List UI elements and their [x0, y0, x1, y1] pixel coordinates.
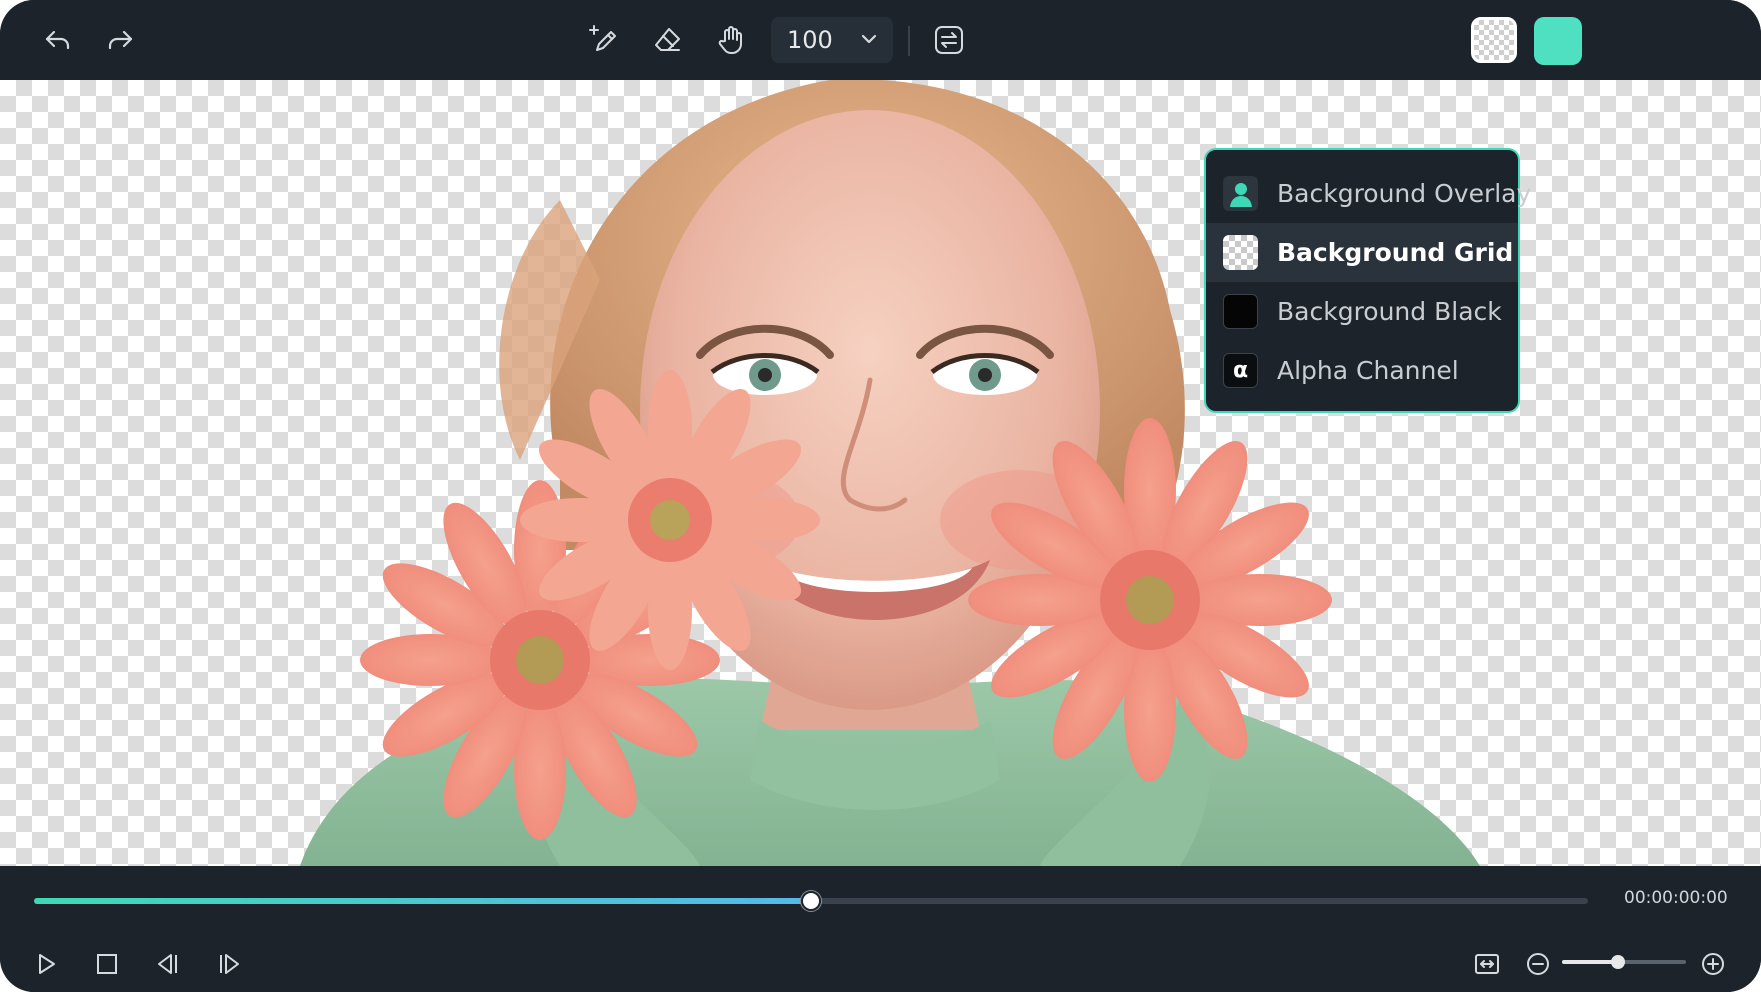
redo-icon [108, 30, 133, 50]
menu-item-label: Background Overlay [1277, 179, 1532, 208]
smart-brush-button[interactable] [582, 18, 626, 62]
timeline-progress [34, 898, 811, 904]
play-icon [39, 954, 55, 974]
fit-to-screen-button[interactable] [1471, 948, 1503, 980]
preview-canvas[interactable]: Background Overlay Background Grid Backg… [0, 80, 1761, 866]
menu-item-label: Background Grid [1277, 238, 1514, 267]
zoom-dropdown[interactable]: 100 [771, 17, 893, 63]
zoom-out-icon [1527, 953, 1549, 975]
stop-button[interactable] [91, 948, 123, 980]
eraser-button[interactable] [645, 18, 689, 62]
background-color-button[interactable] [1534, 17, 1582, 65]
alpha-icon: α [1223, 353, 1258, 388]
magic-pen-icon [589, 25, 616, 51]
stop-icon [97, 954, 117, 974]
background-remover-window: 100 Background Overlay Background Grid B… [0, 0, 1761, 992]
zoom-in-button[interactable] [1697, 948, 1729, 980]
fit-screen-icon [1475, 954, 1499, 974]
menu-item-alpha-channel[interactable]: α Alpha Channel [1206, 341, 1518, 400]
person-overlay-icon [1223, 176, 1258, 211]
menu-item-background-black[interactable]: Background Black [1206, 282, 1518, 341]
zoom-out-button[interactable] [1522, 948, 1554, 980]
redo-button[interactable] [98, 18, 142, 62]
timeline-playhead[interactable] [801, 891, 821, 911]
playback-bar: 00:00:00:00 [0, 866, 1761, 992]
zoom-slider[interactable] [1562, 955, 1686, 969]
chevron-down-icon [861, 34, 877, 44]
background-menu: Background Overlay Background Grid Backg… [1204, 148, 1531, 413]
zoom-slider-knob[interactable] [1610, 955, 1625, 969]
swap-icon [935, 26, 963, 54]
previous-frame-icon [158, 954, 177, 974]
toolbar-divider [908, 26, 910, 56]
menu-item-background-overlay[interactable]: Background Overlay [1206, 164, 1531, 223]
menu-item-background-grid[interactable]: Background Grid [1206, 223, 1518, 282]
next-frame-icon [220, 954, 239, 974]
zoom-value: 100 [787, 26, 833, 54]
swap-button[interactable] [927, 18, 971, 62]
zoom-in-icon [1702, 953, 1724, 975]
hand-icon [718, 26, 742, 54]
checker-grid-icon [1223, 235, 1258, 270]
previous-frame-button[interactable] [151, 948, 183, 980]
black-swatch-icon [1223, 294, 1258, 329]
hand-tool-button[interactable] [709, 18, 753, 62]
undo-button[interactable] [36, 18, 80, 62]
play-button[interactable] [30, 948, 62, 980]
timeline-track[interactable] [34, 891, 1588, 911]
undo-icon [45, 30, 70, 50]
timecode: 00:00:00:00 [1624, 888, 1728, 908]
top-toolbar: 100 [0, 0, 1761, 80]
eraser-icon [655, 28, 680, 51]
menu-item-label: Alpha Channel [1277, 356, 1459, 385]
next-frame-button[interactable] [214, 948, 246, 980]
background-grid-button[interactable] [1471, 17, 1517, 63]
menu-item-label: Background Black [1277, 297, 1502, 326]
zoom-slider-fill [1562, 960, 1618, 964]
